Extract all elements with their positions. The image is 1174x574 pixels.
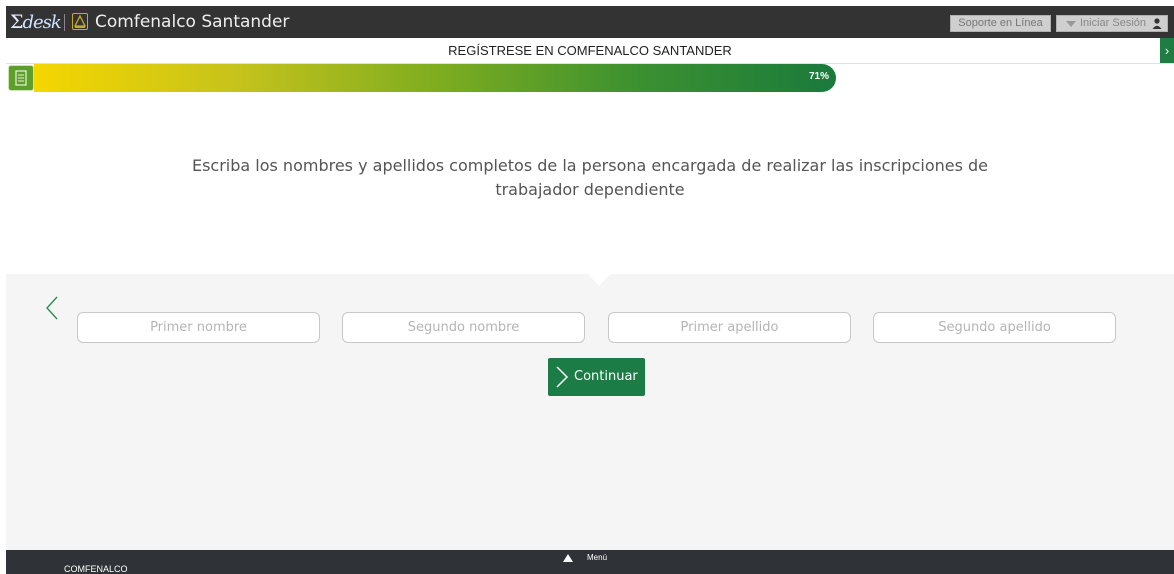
app-frame: Σdesk Comfenalco Santander Soporte en Lí… [6,6,1174,574]
top-bar: Σdesk Comfenalco Santander Soporte en Lí… [6,6,1174,38]
progress-bar [34,64,836,92]
desk-logo[interactable]: Σdesk [10,11,62,33]
first-name-input[interactable] [77,312,320,343]
continue-button[interactable]: Continuar [548,358,645,396]
progress-bar-container: 71% [6,64,1174,92]
second-name-input[interactable] [342,312,585,343]
login-label: Iniciar Sesión [1080,17,1147,29]
page-title: REGÍSTRESE EN COMFENALCO SANTANDER [448,43,732,58]
login-button[interactable]: Iniciar Sesión [1056,15,1168,32]
logo-text: desk [22,12,61,33]
support-online-button[interactable]: Soporte en Línea [950,15,1051,32]
progress-percentage: 71% [809,71,830,82]
triangle-up-icon [563,554,573,562]
document-icon [8,65,34,91]
chevron-right-icon [556,366,569,388]
continue-label: Continuar [574,369,638,384]
first-surname-input[interactable] [608,312,851,343]
chevron-left-icon[interactable] [42,294,62,322]
divider [64,14,65,31]
bottom-bar: Menú COMFENALCO [6,550,1174,574]
title-bar: REGÍSTRESE EN COMFENALCO SANTANDER › [6,38,1174,64]
close-icon[interactable]: › [1160,38,1174,63]
brand-name: Comfenalco Santander [95,12,290,32]
menu-label: Menú [587,553,608,562]
second-surname-input[interactable] [873,312,1116,343]
question-pointer [587,273,611,286]
company-label: COMFENALCO [64,564,128,574]
question-text: Escriba los nombres y apellidos completo… [191,156,989,199]
user-icon [1152,18,1162,29]
comfenalco-logo-icon [72,13,88,30]
sigma-icon: Σ [10,11,23,33]
caret-down-icon [1066,21,1076,27]
form-area: Continuar [6,273,1174,550]
